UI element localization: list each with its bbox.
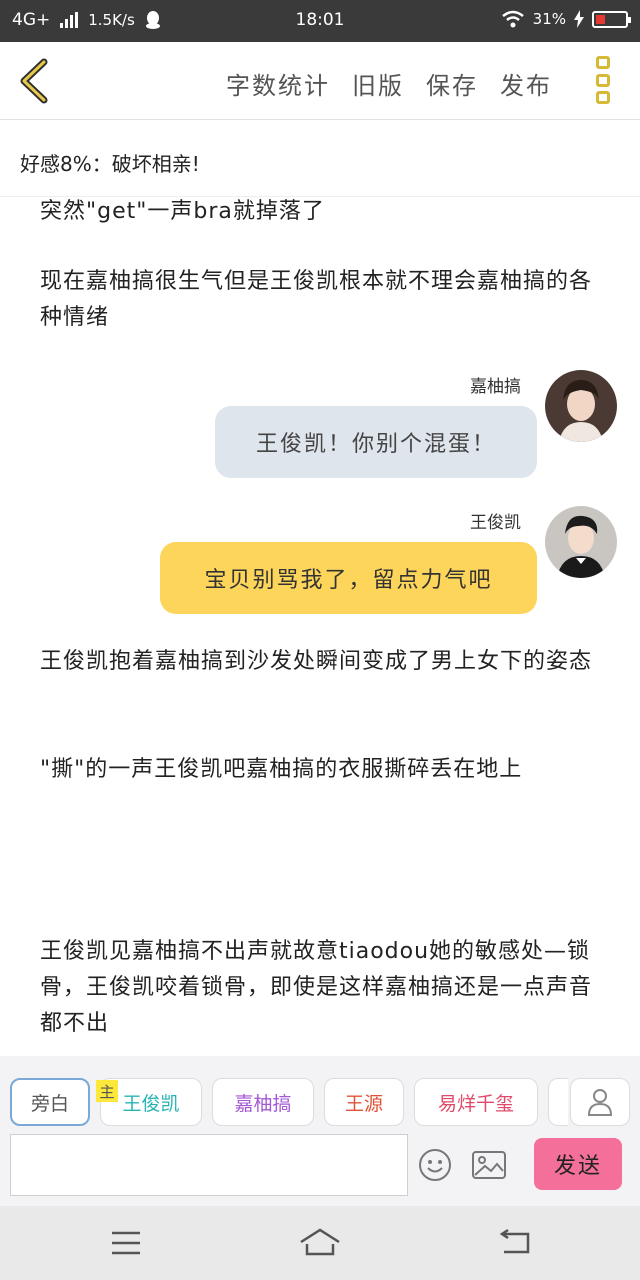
avatar[interactable] xyxy=(545,370,617,442)
wifi-icon xyxy=(501,10,524,28)
character-chip-label: 嘉柚搞 xyxy=(234,1092,292,1115)
battery-percent: 31% xyxy=(532,10,566,28)
message-bubble: 宝贝别骂我了，留点力气吧 xyxy=(160,542,537,614)
character-chip-more[interactable] xyxy=(548,1078,568,1126)
top-nav: 字数统计 旧版 保存 发布 xyxy=(0,42,640,120)
charging-icon xyxy=(574,10,584,28)
back-nav-button[interactable] xyxy=(498,1226,534,1260)
story-paragraph: 现在嘉柚搞很生气但是王俊凯根本就不理会嘉柚搞的各种情绪 xyxy=(40,269,593,330)
character-chip-yi-yangqianxi[interactable]: 易烊千玺 xyxy=(414,1078,538,1126)
chevron-left-icon xyxy=(20,58,48,104)
story-paragraph: 突然"get"一声bra就掉落了 xyxy=(40,199,325,224)
status-bar: 4G+ 1.5K/s 18:01 31% xyxy=(0,0,640,42)
more-dot-icon xyxy=(596,56,610,69)
add-character-button[interactable] xyxy=(570,1078,630,1126)
battery-icon xyxy=(592,10,631,28)
story-paragraph: 王俊凯抱着嘉柚搞到沙发处瞬间变成了男上女下的姿态 xyxy=(40,649,593,674)
person-icon xyxy=(587,1089,613,1116)
smiley-icon xyxy=(419,1149,451,1181)
main-character-tag: 主 xyxy=(96,1080,118,1102)
save-button[interactable]: 保存 xyxy=(426,66,478,101)
more-dot-icon xyxy=(596,91,610,104)
home-button[interactable] xyxy=(298,1226,342,1260)
more-menu-button[interactable] xyxy=(596,56,612,104)
story-content[interactable]: 突然"get"一声bra就掉落了 现在嘉柚搞很生气但是王俊凯根本就不理会嘉柚搞的… xyxy=(0,198,640,1056)
word-count-button[interactable]: 字数统计 xyxy=(226,66,330,101)
message-sender-name: 嘉柚搞 xyxy=(470,377,521,397)
message-bubble: 王俊凯！你别个混蛋！ xyxy=(215,406,537,478)
character-chip-label: 王源 xyxy=(344,1092,383,1115)
image-button[interactable] xyxy=(472,1151,506,1179)
more-dot-icon xyxy=(596,73,610,87)
message-sender-name: 王俊凯 xyxy=(470,513,521,533)
avatar-image xyxy=(545,370,617,442)
back-button[interactable] xyxy=(14,58,54,104)
publish-button[interactable]: 发布 xyxy=(500,66,552,101)
avatar-image xyxy=(545,506,617,578)
character-chip-wang-yuan[interactable]: 王源 xyxy=(324,1078,404,1126)
home-icon xyxy=(300,1228,340,1256)
character-chip-jia-youhao[interactable]: 嘉柚搞 xyxy=(212,1078,314,1126)
emoji-button[interactable] xyxy=(418,1148,452,1182)
character-chip-narrator[interactable]: 旁白 xyxy=(10,1078,90,1126)
story-paragraph: 王俊凯见嘉柚搞不出声就故意tiaodou她的敏感处—锁骨，王俊凯咬着锁骨，即使是… xyxy=(40,939,593,1036)
return-icon xyxy=(499,1228,530,1254)
menu-button[interactable] xyxy=(108,1226,144,1260)
system-nav-bar xyxy=(0,1206,640,1280)
menu-icon xyxy=(112,1231,140,1255)
avatar[interactable] xyxy=(545,506,617,578)
send-button[interactable]: 发送 xyxy=(534,1138,622,1190)
character-chip-label: 王俊凯 xyxy=(122,1092,180,1115)
old-version-button[interactable]: 旧版 xyxy=(352,66,404,101)
character-chip-label: 易烊千玺 xyxy=(437,1092,514,1115)
message-input[interactable] xyxy=(10,1134,408,1196)
image-icon xyxy=(472,1151,506,1179)
character-chip-label: 旁白 xyxy=(30,1092,69,1115)
story-paragraph: "撕"的一声王俊凯吧嘉柚搞的衣服撕碎丢在地上 xyxy=(40,757,523,782)
affection-progress: 好感8%：破坏相亲! xyxy=(0,121,640,197)
